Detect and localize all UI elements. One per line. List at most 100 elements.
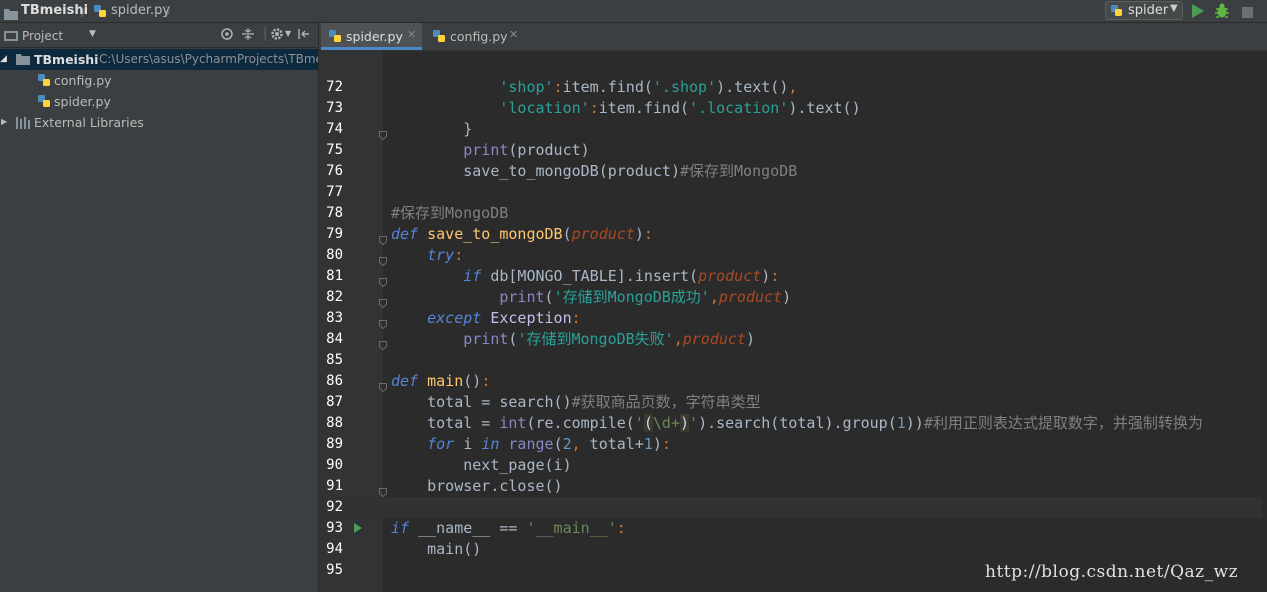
code-text: total = int(re.compile('(\d+)').search(t…: [391, 414, 1203, 432]
project-view-label[interactable]: Project: [22, 29, 63, 43]
code-text: def save_to_mongoDB(product):: [391, 225, 653, 243]
tab-label: config.py: [450, 29, 508, 44]
tab-config-py[interactable]: config.py ✕: [425, 23, 525, 50]
fold-marker-icon[interactable]: [379, 335, 387, 351]
vertical-scrollbar[interactable]: [1262, 51, 1267, 592]
debug-icon[interactable]: [1214, 2, 1230, 23]
code-text: print(product): [463, 141, 590, 159]
gear-dropdown-icon[interactable]: ▼: [285, 29, 291, 38]
code-line[interactable]: 78 #保存到MongoDB: [319, 203, 1267, 224]
tree-item-label: spider.py: [54, 94, 111, 109]
close-icon[interactable]: ✕: [407, 28, 416, 41]
code-line[interactable]: 91 browser.close(): [319, 476, 1267, 498]
code-line[interactable]: 84 print('存储到MongoDB失败',product): [319, 329, 1267, 351]
gear-icon[interactable]: [270, 27, 284, 44]
fold-marker-icon[interactable]: [379, 482, 387, 498]
tree-item-spider-py[interactable]: spider.py: [0, 91, 318, 112]
code-line[interactable]: 74 }: [319, 119, 1267, 141]
fold-marker-icon[interactable]: [379, 293, 387, 309]
code-line[interactable]: 80 try:: [319, 245, 1267, 267]
line-number: 82: [326, 289, 343, 305]
code-text: def main():: [391, 372, 491, 390]
collapsed-arrow-icon[interactable]: ▶: [1, 117, 7, 126]
tree-item-config-py[interactable]: config.py: [0, 70, 318, 91]
project-view-icon: [4, 30, 18, 45]
code-line[interactable]: 89 for i in range(2, total+1):: [319, 434, 1267, 455]
code-text: main(): [391, 540, 482, 558]
line-number: 89: [326, 436, 343, 452]
code-line[interactable]: 77: [319, 182, 1267, 203]
fold-marker-icon[interactable]: [379, 314, 387, 330]
line-number: 87: [326, 394, 343, 410]
tree-item-tbmeishi[interactable]: ◢ TBmeishi C:\Users\asus\PycharmProjects…: [0, 49, 343, 70]
hide-panel-icon[interactable]: [297, 27, 311, 44]
code-line[interactable]: 87 total = search()#获取商品页数，字符串类型: [319, 392, 1267, 413]
stop-icon[interactable]: [1241, 4, 1254, 23]
line-number: 80: [326, 247, 343, 263]
run-configuration-label: spider: [1128, 3, 1169, 18]
close-icon[interactable]: ✕: [509, 28, 518, 41]
python-file-icon: [328, 29, 343, 47]
fold-marker-icon[interactable]: [379, 272, 387, 288]
project-path: C:\Users\asus\PycharmProjects\TBmeishi: [99, 52, 344, 66]
breadcrumb-file[interactable]: spider.py: [111, 3, 170, 18]
code-text: except Exception:: [427, 309, 581, 327]
run-gutter-icon[interactable]: [354, 523, 362, 533]
line-number: 72: [326, 79, 343, 95]
code-text: 'location':item.find('.location').text(): [499, 99, 861, 117]
line-number: 95: [326, 562, 343, 578]
navigation-bar: TBmeishi 〉 spider.py 〉 spider ▼: [0, 0, 1267, 23]
chevron-down-icon[interactable]: ▼: [89, 29, 96, 39]
code-line[interactable]: 94 main(): [319, 539, 1267, 560]
code-line[interactable]: 90 next_page(i): [319, 455, 1267, 476]
code-line[interactable]: 93 if __name__ == '__main__':: [319, 518, 1267, 539]
line-number: 75: [326, 142, 343, 158]
code-line[interactable]: 73 'location':item.find('.location').tex…: [319, 98, 1267, 119]
code-line[interactable]: 85: [319, 350, 1267, 371]
fold-marker-icon[interactable]: [379, 377, 387, 393]
code-line[interactable]: 83 except Exception:: [319, 308, 1267, 330]
fold-marker-icon[interactable]: [379, 125, 387, 141]
run-icon[interactable]: [1191, 3, 1205, 23]
python-file-icon: [37, 94, 52, 112]
tree-item-external-libraries[interactable]: ▶ External Libraries: [0, 112, 318, 133]
python-file-icon: [93, 4, 108, 23]
code-editor[interactable]: 72 'shop':item.find('.shop').text(), 73 '…: [319, 51, 1267, 592]
line-number: 77: [326, 184, 343, 200]
tree-item-label: External Libraries: [34, 115, 144, 130]
breadcrumb-project[interactable]: TBmeishi: [21, 3, 88, 18]
dropdown-arrow-icon: ▼: [1170, 3, 1178, 14]
code-text: print('存储到MongoDB成功',product): [499, 288, 792, 306]
editor-tab-bar: spider.py ✕ config.py ✕: [319, 23, 1267, 51]
python-file-icon: [37, 73, 52, 91]
fold-marker-icon[interactable]: [379, 230, 387, 246]
toolbar-separator: |: [263, 26, 268, 41]
line-number: 88: [326, 415, 343, 431]
code-text: if db[MONGO_TABLE].insert(product):: [463, 267, 780, 285]
code-line[interactable]: 92: [319, 497, 1267, 518]
scroll-from-source-icon[interactable]: [220, 27, 234, 44]
code-line[interactable]: 75 print(product): [319, 140, 1267, 161]
expand-arrow-icon[interactable]: ◢: [0, 54, 7, 64]
line-number: 92: [326, 499, 343, 515]
fold-marker-icon[interactable]: [379, 251, 387, 267]
line-number: 91: [326, 478, 343, 494]
tree-item-label: config.py: [54, 73, 112, 88]
tab-spider-py[interactable]: spider.py ✕: [321, 23, 422, 50]
collapse-all-icon[interactable]: [241, 27, 255, 44]
folder-icon: [4, 5, 18, 24]
breadcrumb-separator-icon: 〉: [80, 5, 93, 19]
code-text: }: [391, 120, 473, 138]
code-line[interactable]: 86 def main():: [319, 371, 1267, 393]
code-line[interactable]: 72 'shop':item.find('.shop').text(),: [319, 77, 1267, 98]
code-line[interactable]: 82 print('存储到MongoDB成功',product): [319, 287, 1267, 309]
code-line[interactable]: 76 save_to_mongoDB(product)#保存到MongoDB: [319, 161, 1267, 182]
line-number: 81: [326, 268, 343, 284]
code-line[interactable]: 81 if db[MONGO_TABLE].insert(product):: [319, 266, 1267, 288]
code-line[interactable]: 88 total = int(re.compile('(\d+)').searc…: [319, 413, 1267, 434]
run-configuration-select[interactable]: spider ▼: [1105, 1, 1183, 20]
project-tool-window: Project ▼ | ▼ ◢ TBmeishi C:\Users\asus\P…: [0, 23, 343, 592]
code-text: print('存储到MongoDB失败',product): [463, 330, 755, 348]
code-line[interactable]: 79 def save_to_mongoDB(product):: [319, 224, 1267, 246]
python-icon: [1110, 4, 1124, 22]
